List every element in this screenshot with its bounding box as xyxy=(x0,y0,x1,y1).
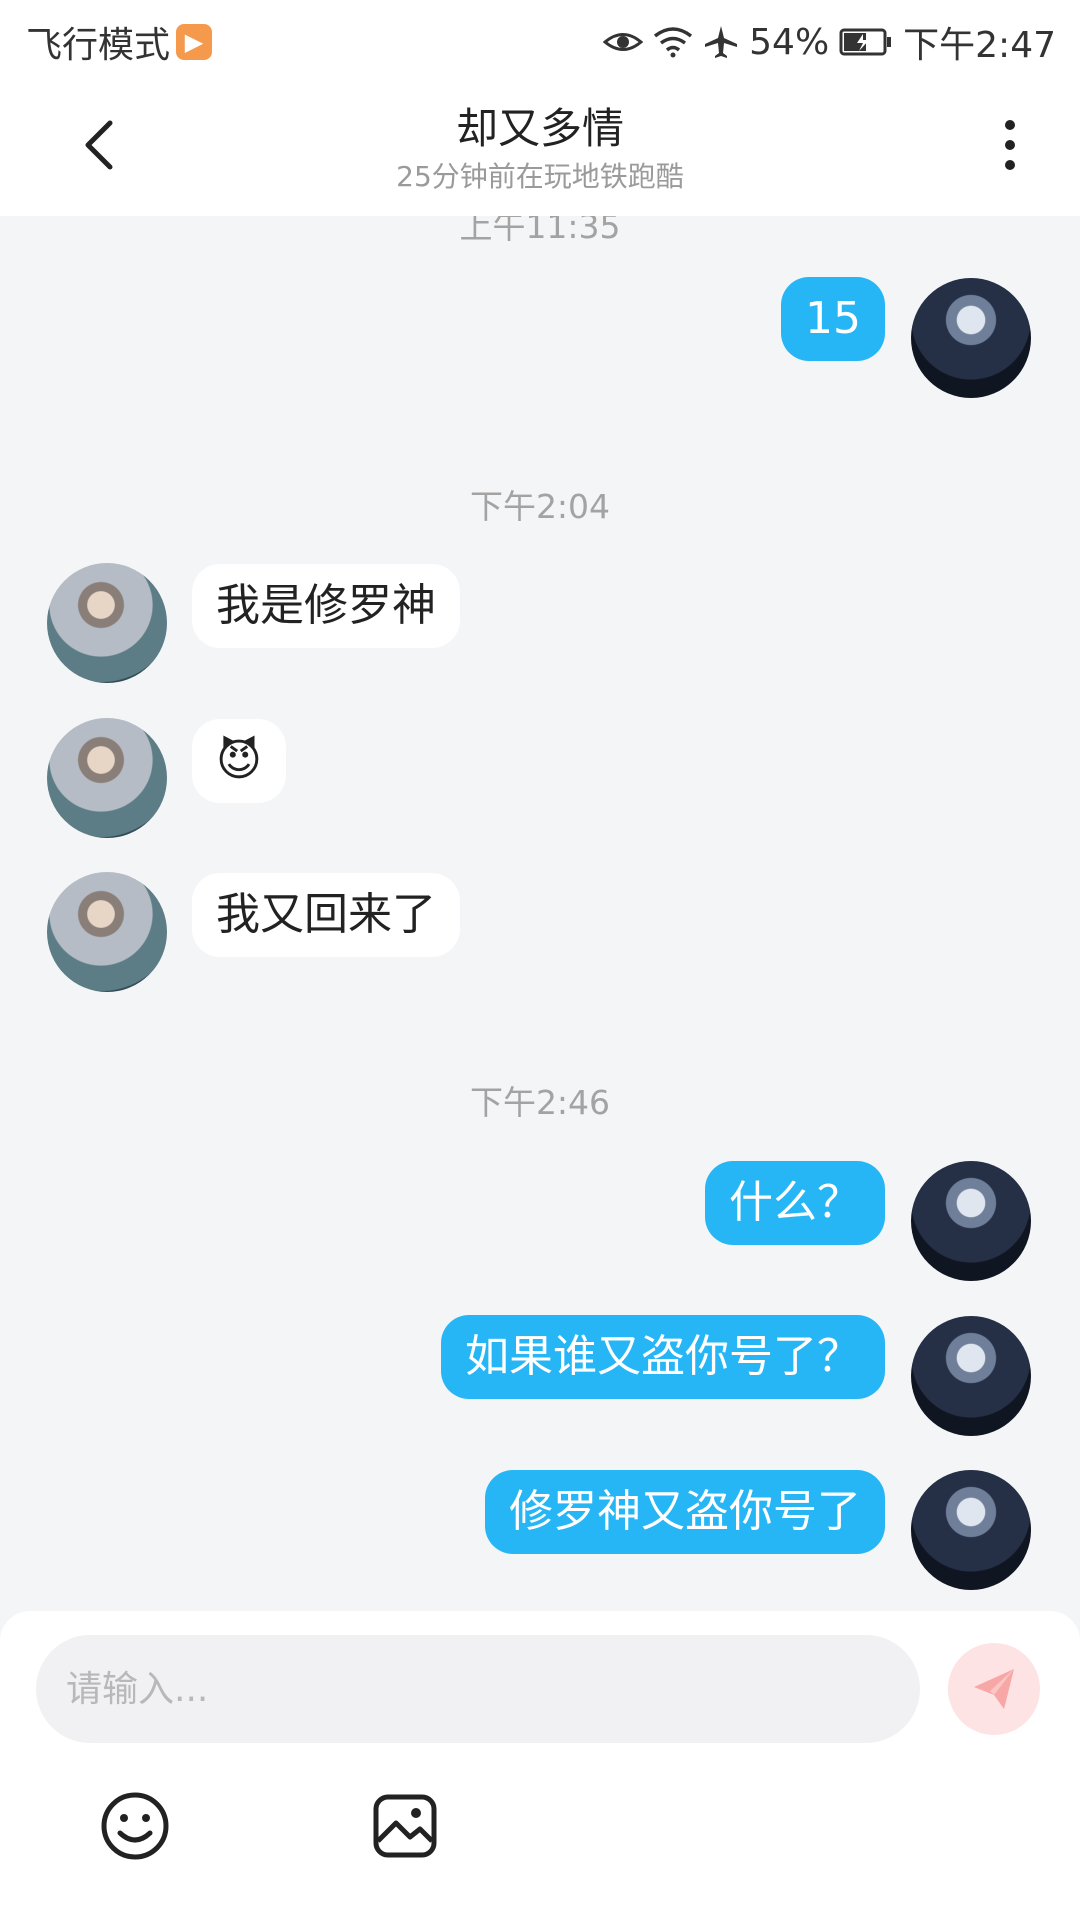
timestamp-partial: 上午11:35 xyxy=(459,216,621,246)
more-options-button[interactable] xyxy=(980,115,1040,175)
message-incoming[interactable]: 我又回来了 xyxy=(192,873,460,957)
message-input[interactable] xyxy=(36,1635,920,1743)
my-avatar[interactable] xyxy=(911,1161,1031,1281)
composer xyxy=(0,1611,1080,1920)
emoji-button[interactable] xyxy=(100,1791,170,1861)
message-outgoing[interactable]: 如果谁又盗你号了？ xyxy=(441,1315,885,1399)
airplane-mode-label: 飞行模式 xyxy=(26,25,171,66)
contact-avatar[interactable] xyxy=(47,872,167,992)
more-vertical-icon xyxy=(1005,120,1015,170)
message-incoming[interactable]: 我是修罗神 xyxy=(192,564,460,648)
eye-icon xyxy=(603,33,644,51)
message-outgoing[interactable]: 修罗神又盗你号了 xyxy=(485,1470,885,1554)
timestamp: 下午2:04 xyxy=(469,487,611,526)
send-icon xyxy=(974,1669,1014,1709)
image-icon xyxy=(373,1794,437,1858)
status-bar: 飞行模式 ▶ 54% 下午2:47 xyxy=(0,0,1080,75)
battery-percent: 54% xyxy=(749,21,830,63)
timestamp: 下午2:46 xyxy=(469,1083,611,1122)
status-right: 54% 下午2:47 xyxy=(603,16,1056,68)
status-left: 飞行模式 ▶ xyxy=(26,16,213,68)
clock: 下午2:47 xyxy=(903,25,1056,66)
message-outgoing[interactable]: 15 xyxy=(781,277,885,361)
message-list[interactable]: 上午11:35 15 下午2:04 我是修罗神 😈 我又回来了 下午2:46 什… xyxy=(0,216,1080,1611)
contact-name: 却又多情 xyxy=(455,104,624,153)
app-notification-icon: ▶ xyxy=(176,24,213,60)
message-outgoing[interactable]: 什么？ xyxy=(705,1161,885,1245)
contact-status: 25分钟前在玩地铁跑酷 xyxy=(396,160,684,193)
airplane-icon xyxy=(705,26,738,58)
my-avatar[interactable] xyxy=(911,1316,1031,1436)
emoji-icon xyxy=(101,1792,169,1860)
message-incoming-emoji[interactable]: 😈 xyxy=(192,719,286,803)
battery-icon xyxy=(839,28,892,56)
my-avatar[interactable] xyxy=(911,1470,1031,1590)
my-avatar[interactable] xyxy=(911,278,1031,398)
image-button[interactable] xyxy=(370,1791,440,1861)
send-button[interactable] xyxy=(948,1643,1040,1735)
contact-avatar[interactable] xyxy=(47,563,167,683)
contact-avatar[interactable] xyxy=(47,718,167,838)
wifi-icon xyxy=(654,27,693,58)
chat-header: 却又多情 25分钟前在玩地铁跑酷 xyxy=(0,75,1080,216)
